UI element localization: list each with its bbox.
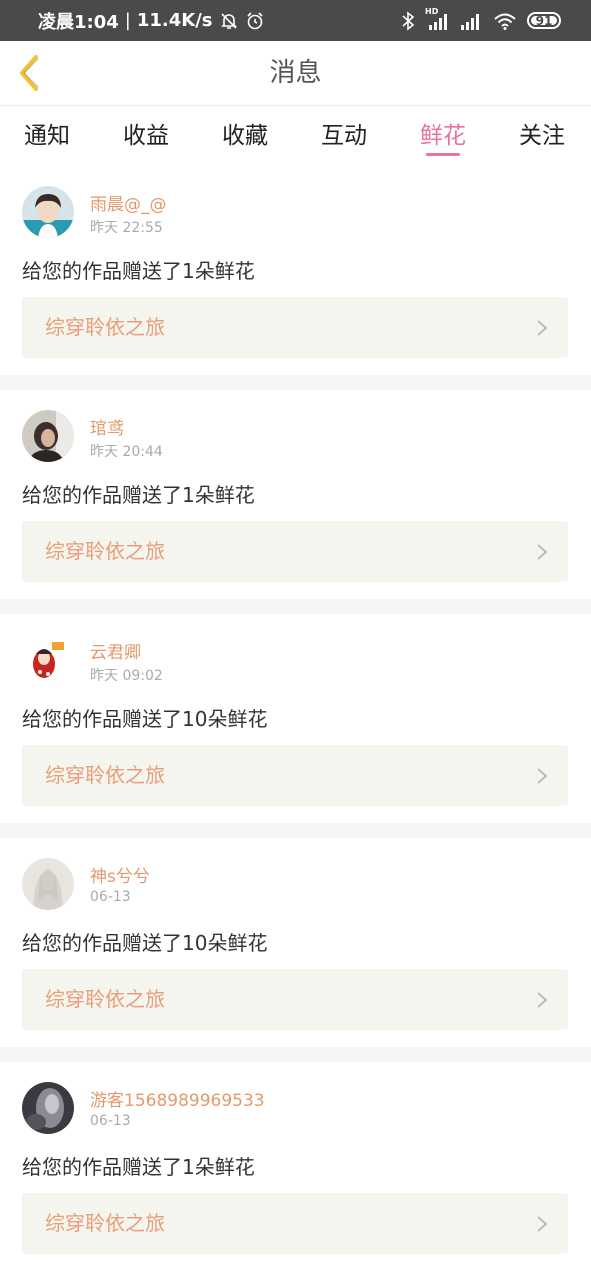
username[interactable]: 琯鸢 [90, 414, 124, 439]
list-item: 雨晨@_@ 昨天 22:55 给您的作品赠送了1朵鲜花 综穿聆依之旅 [0, 166, 591, 375]
page-title: 消息 [269, 58, 322, 88]
list-item: 琯鸢 昨天 20:44 给您的作品赠送了1朵鲜花 综穿聆依之旅 [0, 375, 591, 599]
network-speed: 11.4K/s [136, 10, 213, 31]
chevron-right-icon [537, 320, 548, 336]
work-link[interactable]: 综穿聆依之旅 [22, 1193, 568, 1254]
chevron-right-icon [537, 992, 548, 1008]
work-link[interactable]: 综穿聆依之旅 [22, 521, 568, 582]
work-title: 综穿聆依之旅 [45, 1211, 165, 1235]
avatar[interactable] [22, 1082, 74, 1134]
timestamp: 06-13 [90, 889, 131, 905]
message-text: 给您的作品赠送了1朵鲜花 [22, 259, 255, 283]
signal-icon [461, 13, 479, 30]
avatar[interactable] [22, 634, 74, 686]
list-item: 游客1568989969533 06-13 给您的作品赠送了1朵鲜花 综穿聆依之… [0, 1047, 591, 1271]
work-link[interactable]: 综穿聆依之旅 [22, 297, 568, 358]
work-title: 综穿聆依之旅 [45, 539, 165, 563]
tab-favorites[interactable]: 收藏 [222, 116, 268, 150]
timestamp: 昨天 20:44 [90, 444, 163, 460]
timestamp: 06-13 [90, 1113, 131, 1129]
message-text: 给您的作品赠送了1朵鲜花 [22, 483, 255, 507]
username[interactable]: 云君卿 [90, 638, 141, 663]
message-text: 给您的作品赠送了10朵鲜花 [22, 707, 268, 731]
timestamp: 昨天 22:55 [90, 220, 163, 236]
tab-interactions[interactable]: 互动 [321, 116, 367, 150]
chevron-right-icon [537, 1216, 548, 1232]
username[interactable]: 雨晨@_@ [90, 190, 167, 215]
work-title: 综穿聆依之旅 [45, 315, 165, 339]
work-link[interactable]: 综穿聆依之旅 [22, 969, 568, 1030]
flower-message-list: 雨晨@_@ 昨天 22:55 给您的作品赠送了1朵鲜花 综穿聆依之旅 琯鸢 昨天… [0, 166, 591, 1271]
chevron-right-icon [537, 768, 548, 784]
battery-icon: 91 [527, 12, 561, 29]
list-item: 云君卿 昨天 09:02 给您的作品赠送了10朵鲜花 综穿聆依之旅 [0, 599, 591, 823]
list-item: 神s兮兮 06-13 给您的作品赠送了10朵鲜花 综穿聆依之旅 [0, 823, 591, 1047]
avatar[interactable] [22, 858, 74, 910]
status-time: 凌晨1:04 [38, 11, 119, 33]
status-bar: 凌晨1:04 | 11.4K/s HD 91 [0, 0, 591, 41]
tab-bar: 通知 收益 收藏 互动 鲜花 关注 [0, 106, 591, 164]
wifi-icon [494, 13, 516, 30]
tab-flowers[interactable]: 鲜花 [420, 116, 466, 150]
username[interactable]: 神s兮兮 [90, 862, 150, 887]
tab-notifications[interactable]: 通知 [24, 116, 70, 150]
work-title: 综穿聆依之旅 [45, 763, 165, 787]
work-title: 综穿聆依之旅 [45, 987, 165, 1011]
mute-bell-icon [220, 12, 237, 29]
work-link[interactable]: 综穿聆依之旅 [22, 745, 568, 806]
message-text: 给您的作品赠送了1朵鲜花 [22, 1155, 255, 1179]
username[interactable]: 游客1568989969533 [90, 1086, 265, 1111]
battery-level: 91 [535, 13, 553, 28]
active-tab-indicator [426, 153, 460, 156]
message-text: 给您的作品赠送了10朵鲜花 [22, 931, 268, 955]
avatar[interactable] [22, 410, 74, 462]
chevron-right-icon [537, 544, 548, 560]
hd-signal-icon: HD [425, 7, 449, 31]
timestamp: 昨天 09:02 [90, 668, 163, 684]
tab-earnings[interactable]: 收益 [123, 116, 169, 150]
bluetooth-icon [402, 10, 415, 31]
avatar[interactable] [22, 186, 74, 238]
status-separator: | [124, 10, 131, 31]
tab-following[interactable]: 关注 [519, 116, 565, 150]
page-header: 消息 [0, 41, 591, 106]
alarm-icon [246, 11, 263, 29]
